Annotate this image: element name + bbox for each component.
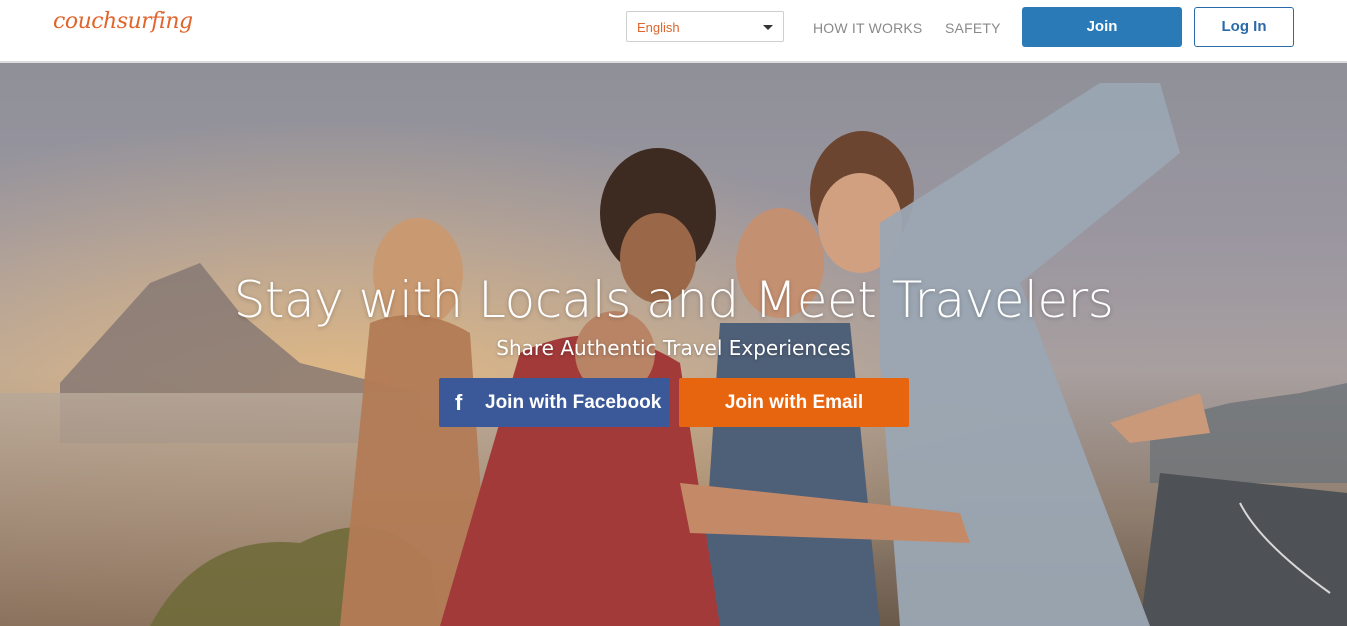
language-value: English <box>637 20 680 35</box>
hero-title: Stay with Locals and Meet Travelers <box>233 271 1114 329</box>
couchsurfing-logo[interactable]: couchsurfing <box>53 9 193 34</box>
page: couchsurfing English HOW IT WORKS SAFETY… <box>0 0 1347 626</box>
join-with-email-button[interactable]: Join with Email <box>679 378 909 427</box>
hero-subtitle: Share Authentic Travel Experiences <box>496 336 851 360</box>
join-button[interactable]: Join <box>1022 7 1182 47</box>
chevron-down-icon <box>763 25 773 30</box>
join-with-facebook-label: Join with Facebook <box>485 392 662 413</box>
language-select[interactable]: English <box>626 11 784 42</box>
login-button[interactable]: Log In <box>1194 7 1294 47</box>
nav-how-it-works[interactable]: HOW IT WORKS <box>813 20 922 36</box>
nav-safety[interactable]: SAFETY <box>945 20 1001 36</box>
facebook-icon: f <box>455 390 463 415</box>
join-with-facebook-button[interactable]: f Join with Facebook <box>439 378 670 427</box>
hero-section: Stay with Locals and Meet Travelers Shar… <box>0 63 1347 626</box>
top-header: couchsurfing English HOW IT WORKS SAFETY… <box>0 0 1347 63</box>
